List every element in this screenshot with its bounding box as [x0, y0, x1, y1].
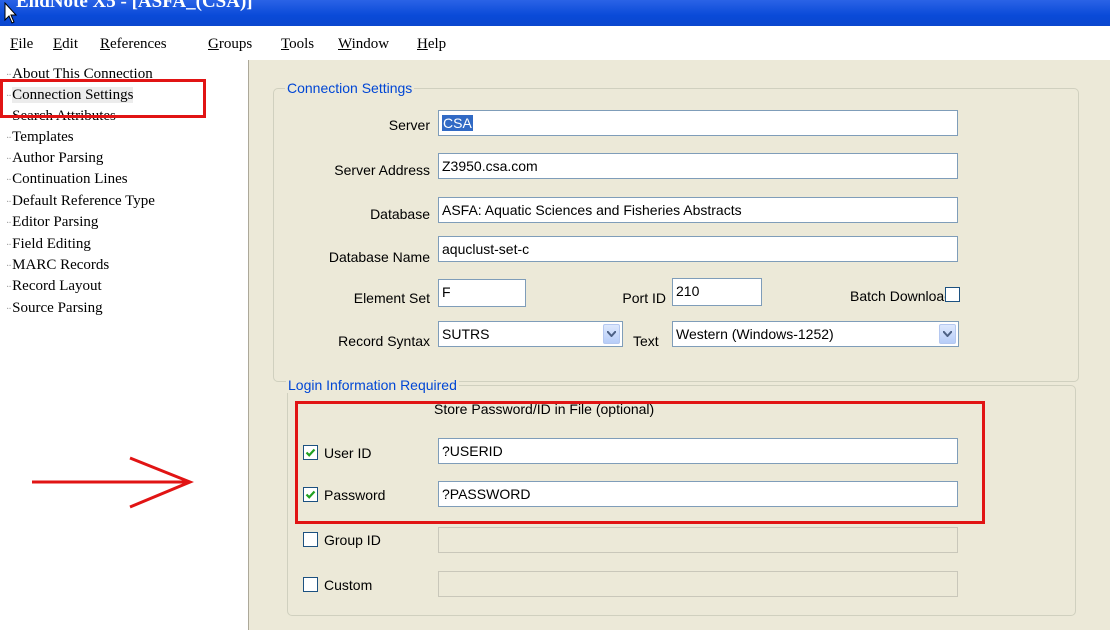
server-field[interactable]: CSA	[438, 110, 958, 136]
annotation-highlight-box	[0, 79, 206, 118]
menu-groups[interactable]: Groups	[208, 36, 252, 53]
tree-item-label: MARC Records	[12, 257, 110, 273]
text-encoding-value: Western (Windows-1252)	[676, 326, 834, 342]
batch-download-checkbox[interactable]	[945, 287, 960, 302]
tree-item-continuation-lines[interactable]: Continuation Lines	[6, 169, 128, 189]
element-set-label: Element Set	[353, 290, 430, 306]
custom-checkbox[interactable]	[303, 577, 318, 592]
tree-item-label: Editor Parsing	[12, 214, 99, 230]
custom-field	[438, 571, 958, 597]
menu-window[interactable]: Window	[338, 36, 389, 53]
group-id-label: Group ID	[324, 532, 381, 548]
connection-settings-group-label: Connection Settings	[285, 80, 415, 96]
mouse-cursor-icon	[4, 2, 18, 24]
server-label: Server	[388, 117, 430, 133]
menu-file[interactable]: File	[10, 36, 33, 53]
tree-item-author-parsing[interactable]: Author Parsing	[6, 148, 103, 168]
group-id-checkbox[interactable]	[303, 532, 318, 547]
server-value: CSA	[442, 115, 473, 131]
window-title: EndNote X5 - [ASFA_(CSA)]	[16, 0, 253, 12]
settings-tree: About This Connection Connection Setting…	[0, 60, 248, 630]
record-syntax-select[interactable]: SUTRS	[438, 321, 623, 347]
menu-edit[interactable]: Edit	[53, 36, 78, 53]
title-bar: EndNote X5 - [ASFA_(CSA)]	[0, 0, 1110, 26]
database-label: Database	[370, 206, 430, 222]
menu-references[interactable]: References	[100, 36, 167, 53]
tree-item-default-reference-type[interactable]: Default Reference Type	[6, 191, 155, 211]
tree-item-field-editing[interactable]: Field Editing	[6, 234, 91, 254]
group-id-field	[438, 527, 958, 553]
tree-item-label: Record Layout	[12, 278, 102, 294]
menu-tools[interactable]: Tools	[281, 36, 314, 53]
database-name-label: Database Name	[328, 249, 430, 265]
menu-bar: File Edit References Groups Tools Window…	[0, 26, 1110, 60]
element-set-field[interactable]: F	[438, 279, 526, 307]
tree-item-label: Field Editing	[12, 236, 91, 252]
database-name-field[interactable]: aquclust-set-c	[438, 236, 958, 262]
tree-item-record-layout[interactable]: Record Layout	[6, 276, 102, 296]
menu-help[interactable]: Help	[417, 36, 446, 53]
tree-item-label: Continuation Lines	[12, 171, 128, 187]
text-label: Text	[633, 333, 659, 349]
port-id-field[interactable]: 210	[672, 278, 762, 306]
connection-settings-panel: Connection Settings Server CSA Server Ad…	[259, 60, 1110, 630]
annotation-arrow-icon	[32, 456, 194, 509]
database-field[interactable]: ASFA: Aquatic Sciences and Fisheries Abs…	[438, 197, 958, 223]
server-address-label: Server Address	[334, 162, 430, 178]
tree-item-source-parsing[interactable]: Source Parsing	[6, 298, 103, 318]
annotation-highlight-box	[295, 401, 985, 524]
tree-item-label: Templates	[12, 129, 74, 145]
server-address-field[interactable]: Z3950.csa.com	[438, 153, 958, 179]
tree-item-marc-records[interactable]: MARC Records	[6, 255, 109, 275]
chevron-down-icon[interactable]	[603, 324, 620, 344]
tree-item-templates[interactable]: Templates	[6, 127, 74, 147]
port-id-label: Port ID	[622, 290, 666, 306]
tree-item-editor-parsing[interactable]: Editor Parsing	[6, 212, 98, 232]
chevron-down-icon[interactable]	[939, 324, 956, 344]
batch-download-label: Batch Download	[850, 288, 952, 304]
record-syntax-label: Record Syntax	[338, 333, 430, 349]
custom-label: Custom	[324, 577, 373, 593]
text-encoding-select[interactable]: Western (Windows-1252)	[672, 321, 959, 347]
login-information-group-label: Login Information Required	[286, 377, 459, 393]
tree-item-label: Author Parsing	[12, 150, 104, 166]
tree-item-label: Default Reference Type	[12, 193, 155, 209]
tree-item-label: Source Parsing	[12, 300, 103, 316]
record-syntax-value: SUTRS	[442, 326, 490, 342]
